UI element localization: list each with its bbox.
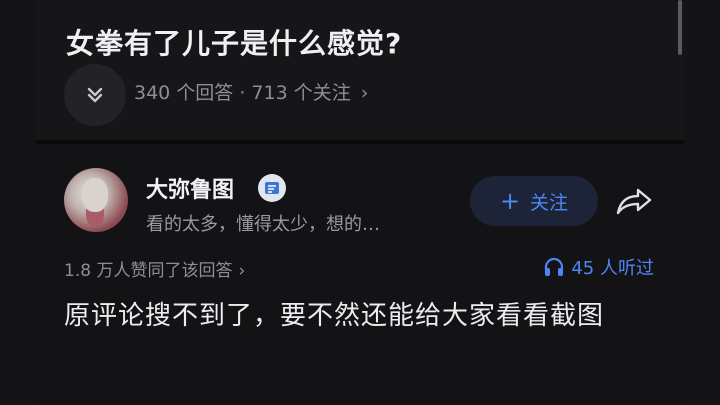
left-edge <box>0 0 36 405</box>
answer-card: 大弥鲁图 看的太多，懂得太少，想的… + 关注 1.8 万人赞同了该回答 › 45… <box>36 144 684 405</box>
author-bio: 看的太多，懂得太少，想的… <box>146 214 380 235</box>
follow-button[interactable]: + 关注 <box>470 176 598 226</box>
question-title[interactable]: 女拳有了儿子是什么感觉? <box>66 22 402 62</box>
author-name[interactable]: 大弥鲁图 <box>146 172 234 204</box>
plus-icon: + <box>499 187 521 215</box>
avatar[interactable] <box>64 168 128 232</box>
answer-body[interactable]: 原评论搜不到了，要不然还能给大家看看截图 <box>64 294 664 338</box>
chevron-right-icon: › <box>360 82 369 104</box>
scrollbar[interactable] <box>678 0 682 55</box>
upvote-text: 1.8 万人赞同了该回答 <box>64 261 233 281</box>
headphones-icon <box>545 257 564 276</box>
follow-label: 关注 <box>530 191 569 214</box>
share-icon <box>616 188 652 215</box>
question-stats: 340 个回答 · 713 个关注 <box>134 82 351 104</box>
chevron-right-icon: › <box>238 261 246 281</box>
collapse-button[interactable] <box>64 64 126 126</box>
listeners-text: 45 人听过 <box>571 258 654 279</box>
right-edge <box>684 0 720 405</box>
share-button[interactable] <box>610 178 658 224</box>
question-meta[interactable]: 340 个回答 · 713 个关注 › <box>134 78 368 105</box>
chevron-double-down-icon <box>87 87 103 103</box>
upvote-summary[interactable]: 1.8 万人赞同了该回答 › <box>64 256 245 281</box>
badge-icon <box>258 174 286 202</box>
question-header: 女拳有了儿子是什么感觉? 340 个回答 · 713 个关注 › <box>36 0 684 140</box>
listeners-link[interactable]: 45 人听过 <box>543 254 654 280</box>
